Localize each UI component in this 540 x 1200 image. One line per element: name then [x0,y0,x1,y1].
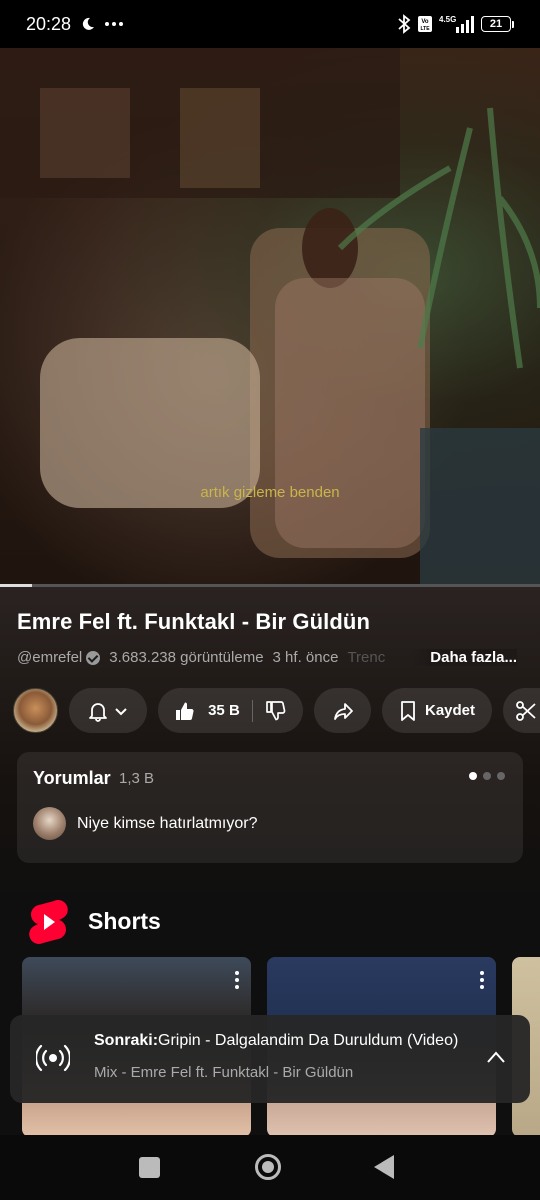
share-icon [333,702,353,720]
commenter-avatar [33,807,66,840]
comments-page-dots [469,772,505,780]
comments-card[interactable]: Yorumlar 1,3 B Niye kimse hatırlatmıyor? [17,752,523,863]
action-row: 35 B Kaydet [13,688,540,733]
page-dot [497,772,505,780]
channel-avatar[interactable] [13,688,58,733]
upload-age: 3 hf. önce [272,649,339,666]
clip-button[interactable] [503,688,540,733]
signal-4-5g-icon: 4.5G [439,15,474,33]
trend-tag: Trenc [347,649,386,666]
like-icon[interactable] [174,700,196,722]
video-title[interactable]: Emre Fel ft. Funktakl - Bir Güldün [17,609,370,635]
recent-apps-button[interactable] [139,1157,160,1178]
status-bar: 20:28 Vo LTE 4.5G 21 [0,0,540,48]
status-time: 20:28 [26,13,72,34]
battery-level: 21 [481,16,511,32]
status-right-icons: Vo LTE 4.5G 21 [397,14,514,34]
svg-text:LTE: LTE [420,26,430,32]
video-subtitle: artık gizleme benden [200,484,340,501]
verified-icon [86,650,101,665]
more-dots-icon [105,22,124,26]
like-count[interactable]: 35 B [208,702,240,719]
channel-handle: @emrefel [17,649,83,666]
save-button[interactable]: Kaydet [382,688,492,733]
bookmark-icon [401,700,415,721]
more-button[interactable]: Daha fazla... [412,649,517,666]
back-button[interactable] [374,1155,394,1179]
comments-count: 1,3 B [119,770,155,787]
up-next-label: Sonraki: [94,1032,159,1049]
up-next-video-title: Gripin - Dalgalandim Da Duruldum (Video) [158,1032,459,1049]
network-label: 4.5G [439,15,456,24]
dislike-icon[interactable] [265,700,287,722]
volte-icon: VoLTE [418,16,432,32]
chevron-up-icon[interactable] [486,1050,506,1064]
short-menu-icon[interactable] [235,971,239,989]
shorts-section-title: Shorts [88,908,161,934]
video-player[interactable]: artık gizleme benden [0,48,540,585]
save-label: Kaydet [424,702,476,719]
short-menu-icon[interactable] [480,971,484,989]
share-button[interactable] [314,688,371,733]
up-next-title: Sonraki:Gripin - Dalgalandim Da Duruldum… [94,1032,458,1050]
system-nav-bar [0,1135,540,1200]
comments-title: Yorumlar [33,768,111,788]
like-divider [251,699,253,722]
top-comment-text: Niye kimse hatırlatmıyor? [77,815,258,832]
scissors-icon [516,700,536,721]
chevron-down-icon [115,707,127,715]
svg-text:Vo: Vo [421,19,429,25]
up-next-subtitle: Mix - Emre Fel ft. Funktakl - Bir Güldün [94,1064,354,1081]
moon-icon [82,17,95,30]
like-dislike-group: 35 B [158,688,303,733]
video-frame-art [0,48,540,585]
status-left-icons [81,17,124,31]
page-dot [469,772,477,780]
view-count: 3.683.238 görüntüleme [109,649,264,666]
up-next-bar[interactable]: Sonraki:Gripin - Dalgalandim Da Duruldum… [10,1015,530,1103]
subscribe-bell-button[interactable] [69,688,147,733]
page-dot [483,772,491,780]
broadcast-icon [36,1044,70,1072]
home-button[interactable] [255,1154,281,1180]
bell-icon [89,702,107,722]
battery-icon: 21 [481,16,514,32]
bluetooth-icon [398,14,411,34]
shorts-logo-icon [29,900,68,944]
